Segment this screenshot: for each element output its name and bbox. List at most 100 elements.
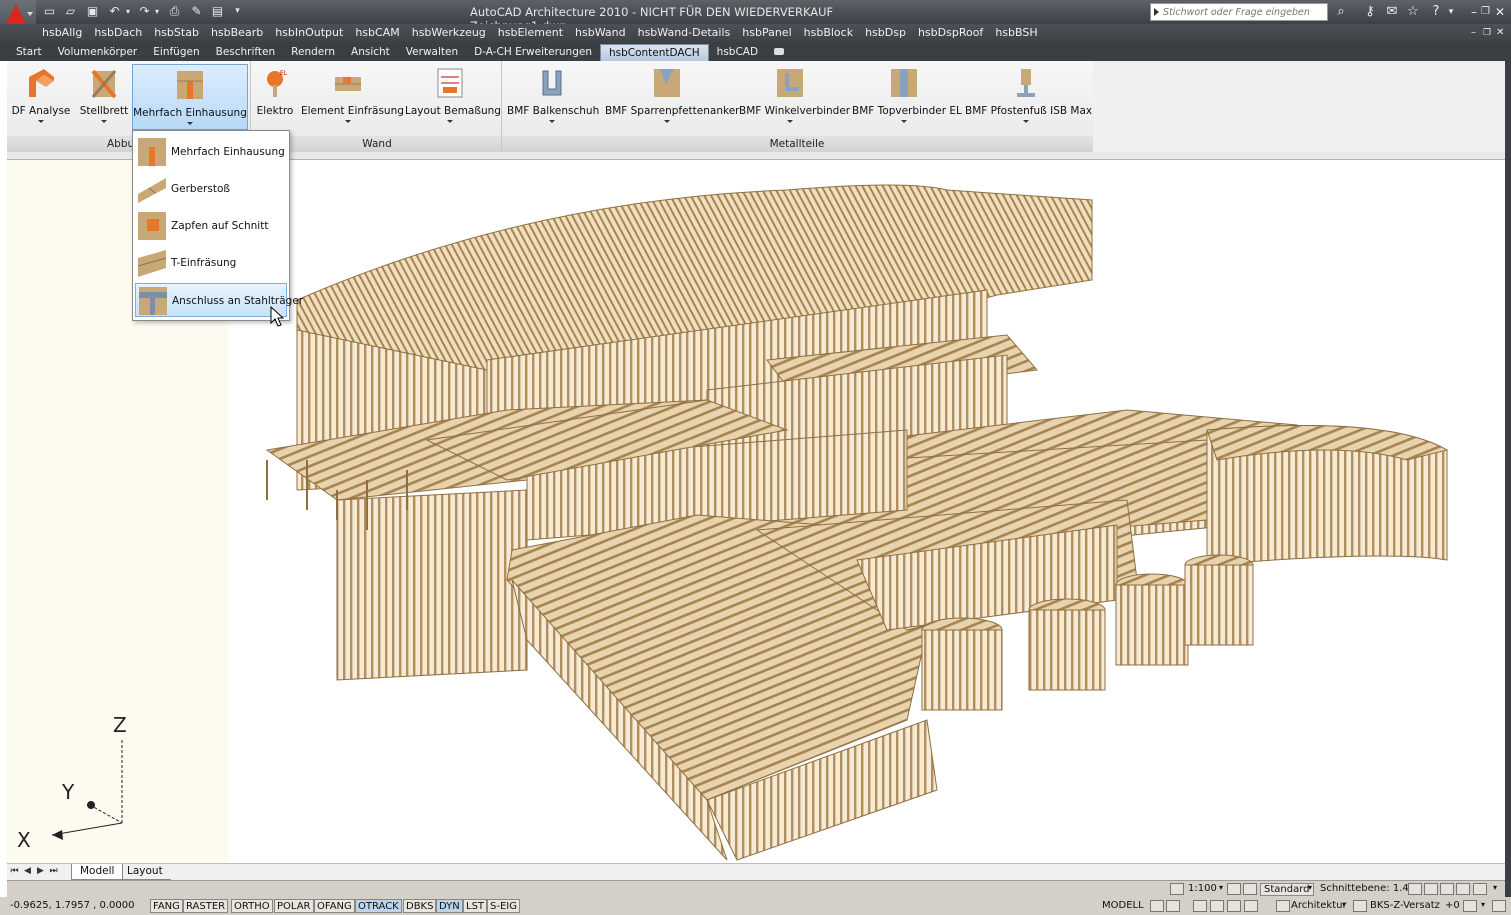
cut-plane[interactable]: Schnittebene: 1.4	[1320, 883, 1409, 894]
toggle-dyn[interactable]: DYN	[436, 899, 463, 913]
showmotion-icon[interactable]	[1244, 900, 1258, 912]
pan-icon[interactable]	[1193, 900, 1207, 912]
menu-item[interactable]: hsbDsp	[865, 26, 906, 39]
tab-start[interactable]: Start	[8, 44, 50, 60]
dropdown-item-mehrfach-einhausung[interactable]: Mehrfach Einhausung	[135, 135, 287, 169]
new-icon[interactable]: ▭	[42, 4, 57, 19]
key-icon[interactable]: ⚷	[1361, 4, 1379, 20]
zoom-icon[interactable]	[1210, 900, 1224, 912]
tab-beschriften[interactable]: Beschriften	[208, 44, 284, 60]
bmf-topverbinder-el-button[interactable]: BMF Topverbinder EL	[852, 63, 962, 133]
tab-hsbcontentdach[interactable]: hsbContentDACH	[599, 44, 709, 61]
quick-view-drawings-icon[interactable]	[1166, 900, 1180, 912]
dropdown-item-anschluss-stahltraeger[interactable]: Anschluss an Stahlträger	[135, 283, 303, 317]
menu-item[interactable]: hsbBearb	[211, 26, 263, 39]
star-icon[interactable]: ☆	[1404, 4, 1422, 20]
minimize-ribbon-icon[interactable]	[774, 48, 785, 55]
bks-offset-label[interactable]: BKS-Z-Versatz	[1370, 900, 1440, 911]
auto-scale-icon[interactable]	[1243, 883, 1257, 895]
stellbrett-button[interactable]: Stellbrett	[75, 63, 133, 133]
mehrfach-einhausung-button[interactable]: Mehrfach Einhausung	[132, 64, 248, 130]
prev-tab-icon[interactable]: ◀	[23, 866, 32, 877]
model-space-button[interactable]: MODELL	[1100, 899, 1146, 913]
menu-item[interactable]: hsbDach	[94, 26, 142, 39]
doc-restore-icon[interactable]: ❐	[1483, 27, 1491, 39]
doc-close-icon[interactable]: ✕	[1496, 27, 1504, 39]
toggle-ofang[interactable]: OFANG	[314, 899, 355, 913]
menu-item[interactable]: hsbAllg	[42, 26, 82, 39]
next-tab-icon[interactable]: ▶	[36, 866, 45, 877]
status-options-icon[interactable]: ▾	[1481, 900, 1485, 909]
redo-dropdown-icon[interactable]: ▾	[152, 4, 162, 19]
dropdown-item-gerberstoss[interactable]: Gerberstoß	[135, 172, 287, 206]
style-select[interactable]: Standard	[1260, 883, 1314, 896]
bmf-balkenschuh-button[interactable]: BMF Balkenschuh	[507, 63, 599, 133]
display-config[interactable]: Architektur	[1291, 900, 1347, 911]
tab-volumenkoerper[interactable]: Volumenkörper	[50, 44, 146, 60]
help-icon[interactable]: ?	[1427, 4, 1445, 20]
full-screen-icon[interactable]	[1492, 900, 1506, 912]
toggle-polar[interactable]: POLAR	[274, 899, 314, 913]
toolbar-lock-icon[interactable]	[1473, 883, 1487, 895]
menu-item[interactable]: hsbCAM	[355, 26, 399, 39]
quick-view-layouts-icon[interactable]	[1150, 900, 1164, 912]
df-analyse-button[interactable]: DF Analyse	[9, 63, 73, 133]
menu-item[interactable]: hsbWand-Details	[638, 26, 731, 39]
status-menu-icon[interactable]: ▾	[1493, 883, 1497, 892]
tab-dach-erweiterungen[interactable]: D-A-CH Erweiterungen	[466, 44, 600, 60]
close-icon[interactable]: ✕	[1495, 6, 1505, 18]
elektro-button[interactable]: EL Elektro	[253, 63, 297, 133]
save-icon[interactable]: ▣	[85, 4, 100, 19]
tab-einfuegen[interactable]: Einfügen	[145, 44, 207, 60]
menu-item[interactable]: hsbStab	[154, 26, 199, 39]
customize-quick-access-icon[interactable]: ▾	[230, 4, 245, 19]
help-search[interactable]	[1150, 3, 1328, 21]
first-tab-icon[interactable]: ⏮	[10, 866, 19, 877]
dropdown-item-t-einfraesung[interactable]: T-Einfräsung	[135, 246, 287, 280]
properties-icon[interactable]: ▤	[210, 4, 225, 19]
toggle-otrack[interactable]: OTRACK	[355, 899, 402, 913]
bmf-winkelverbinder-button[interactable]: BMF Winkelverbinder	[739, 63, 850, 133]
undo-dropdown-icon[interactable]: ▾	[123, 4, 133, 19]
display-config-dropdown-icon[interactable]: ▾	[1342, 900, 1346, 909]
redo-icon[interactable]: ↷	[137, 4, 152, 19]
tab-hsbcad[interactable]: hsbCAD	[709, 44, 766, 60]
element-einfraesung-button[interactable]: Element Einfräsung	[301, 63, 404, 133]
menu-item[interactable]: hsbPanel	[742, 26, 791, 39]
scale-value[interactable]: 1:100	[1188, 883, 1217, 894]
layout-bemassung-button[interactable]: Layout Bemaßung	[405, 63, 501, 133]
tab-ansicht[interactable]: Ansicht	[343, 44, 398, 60]
toggle-s-eig[interactable]: S-EIG	[487, 899, 520, 913]
tab-rendern[interactable]: Rendern	[283, 44, 343, 60]
clean-screen-icon[interactable]	[1463, 900, 1477, 912]
menu-item[interactable]: hsbBlock	[804, 26, 853, 39]
open-icon[interactable]: ▱	[63, 4, 78, 19]
menu-item[interactable]: hsbDspRoof	[918, 26, 983, 39]
undo-icon[interactable]: ↶	[107, 4, 122, 19]
menu-item[interactable]: hsbBSH	[995, 26, 1037, 39]
tab-modell[interactable]: Modell	[71, 864, 124, 880]
minimize-icon[interactable]: –	[1471, 6, 1477, 18]
toggle-raster[interactable]: RASTER	[183, 899, 229, 913]
annotation-visibility-icon[interactable]	[1227, 883, 1241, 895]
surface-hatch-icon[interactable]	[1456, 883, 1470, 895]
search-expand-icon[interactable]	[1154, 8, 1159, 16]
last-tab-icon[interactable]: ⏭	[49, 866, 58, 877]
tab-layout[interactable]: Layout	[119, 864, 171, 880]
scale-dropdown-icon[interactable]: ▾	[1219, 883, 1223, 892]
steering-wheel-icon[interactable]	[1227, 900, 1241, 912]
toggle-lst[interactable]: LST	[463, 899, 488, 913]
help-dropdown-icon[interactable]: ▾	[1446, 4, 1456, 20]
plot-icon[interactable]: ⎙	[167, 4, 182, 19]
bks-offset-value[interactable]: +0	[1445, 900, 1460, 911]
menu-item[interactable]: hsbWerkzeug	[412, 26, 486, 39]
toggle-ortho[interactable]: ORTHO	[231, 899, 273, 913]
doc-minimize-icon[interactable]: –	[1471, 27, 1476, 39]
restore-icon[interactable]: ❐	[1481, 6, 1490, 18]
menu-item[interactable]: hsbWand	[575, 26, 626, 39]
coordinates[interactable]: -0.9625, 1.7957 , 0.0000	[10, 900, 134, 911]
search-input[interactable]	[1163, 5, 1323, 19]
tab-verwalten[interactable]: Verwalten	[398, 44, 466, 60]
layer-icon[interactable]	[1408, 883, 1422, 895]
style-dropdown-icon[interactable]: ▾	[1308, 883, 1312, 892]
